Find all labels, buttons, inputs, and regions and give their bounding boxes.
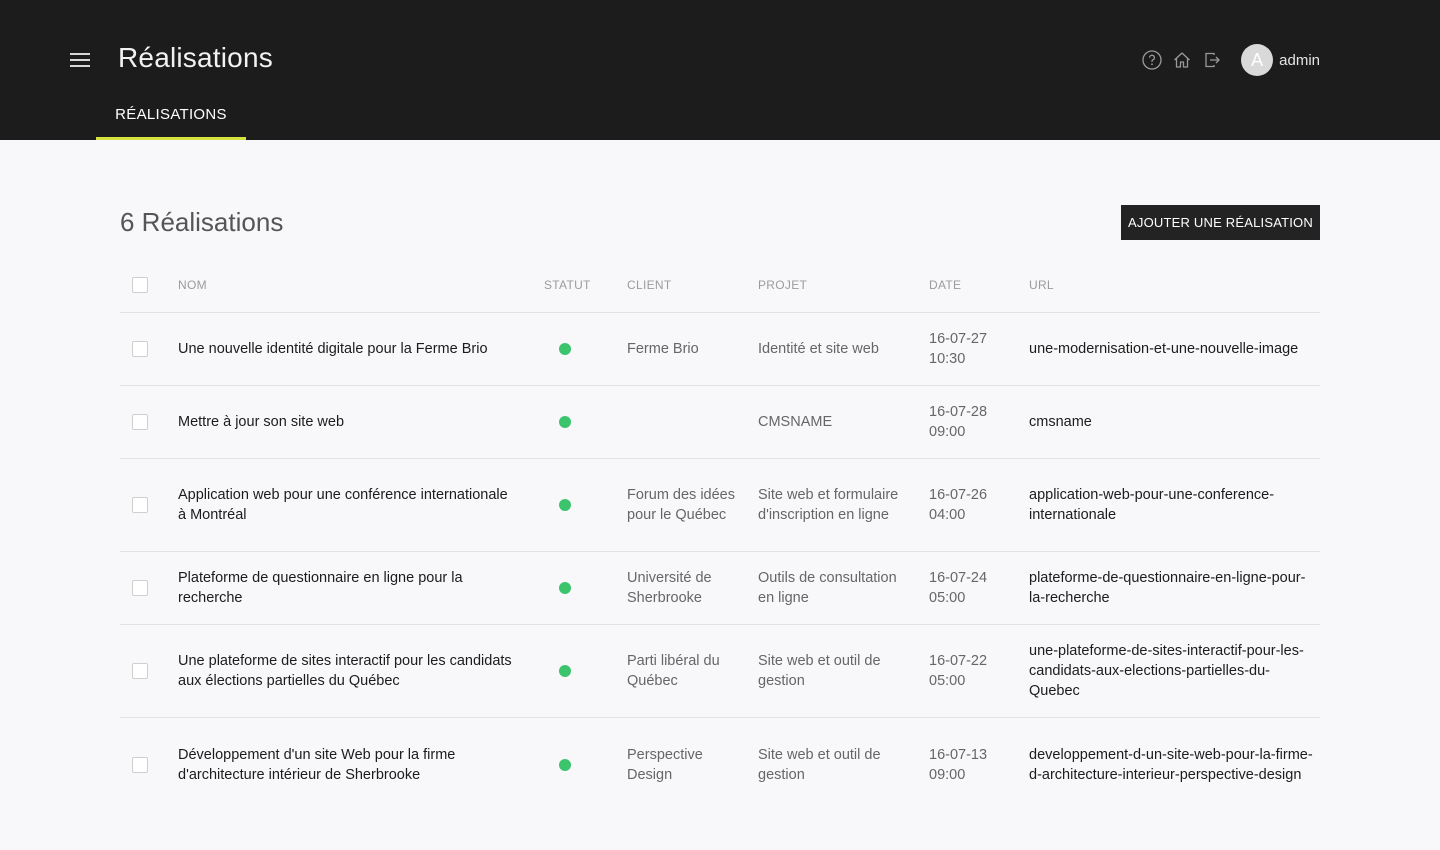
row-date: 16-07-26 04:00 <box>929 485 1009 525</box>
row-checkbox[interactable] <box>132 580 148 596</box>
row-project: Site web et outil de gestion <box>758 653 881 689</box>
menu-icon[interactable] <box>70 53 90 69</box>
column-header-url[interactable]: URL <box>1029 275 1314 295</box>
row-url: application-web-pour-une-conference-inte… <box>1029 487 1275 523</box>
table-row[interactable]: Une plateforme de sites interactif pour … <box>120 625 1320 718</box>
row-date-time: 09:00 <box>929 424 966 440</box>
top-actions: A admin <box>1137 44 1320 76</box>
row-date-day: 16-07-24 <box>929 570 988 586</box>
help-icon[interactable] <box>1137 44 1167 76</box>
row-url: developpement-d-un-site-web-pour-la-firm… <box>1029 746 1313 783</box>
select-all-checkbox[interactable] <box>132 277 148 293</box>
row-date-day: 16-07-28 <box>929 404 988 420</box>
row-name[interactable]: Plateforme de questionnaire en ligne pou… <box>178 568 518 608</box>
row-project: Site web et formulaire d'inscription en … <box>758 487 899 523</box>
row-date: 16-07-22 05:00 <box>929 651 1009 691</box>
table-row[interactable]: Plateforme de questionnaire en ligne pou… <box>120 552 1320 625</box>
row-date: 16-07-28 09:00 <box>929 402 1009 442</box>
row-date: 16-07-27 10:30 <box>929 329 1009 369</box>
row-name[interactable]: Une plateforme de sites interactif pour … <box>178 651 518 691</box>
row-client: Forum des idées pour le Québec <box>627 487 735 523</box>
add-realisation-button[interactable]: AJOUTER UNE RÉALISATION <box>1121 205 1320 240</box>
row-project: Site web et outil de gestion <box>758 746 881 783</box>
status-dot <box>559 665 571 677</box>
page-title: Réalisations <box>118 42 273 73</box>
row-client: Ferme Brio <box>627 341 699 357</box>
table-row[interactable]: Application web pour une conférence inte… <box>120 459 1320 552</box>
row-project: CMSNAME <box>758 414 833 430</box>
status-dot <box>559 582 571 594</box>
tab-realisations[interactable]: RÉALISATIONS <box>96 94 246 140</box>
column-header-client[interactable]: CLIENT <box>627 275 739 295</box>
column-header-name[interactable]: NOM <box>178 275 518 295</box>
column-header-date[interactable]: DATE <box>929 275 1009 295</box>
row-client: Université de Sherbrooke <box>627 570 712 606</box>
row-date-time: 09:00 <box>929 766 966 783</box>
status-dot <box>559 758 571 771</box>
status-dot <box>559 499 571 511</box>
top-bar: Réalisations A admin RÉALISATIONS <box>0 0 1440 140</box>
row-date-day: 16-07-22 <box>929 653 988 669</box>
avatar[interactable]: A <box>1241 44 1274 76</box>
status-dot <box>559 416 571 428</box>
row-date-time: 05:00 <box>929 673 966 689</box>
row-checkbox[interactable] <box>132 663 148 679</box>
row-client: Parti libéral du Québec <box>627 653 720 689</box>
row-date-time: 05:00 <box>929 590 966 606</box>
row-name[interactable]: Une nouvelle identité digitale pour la F… <box>178 339 518 359</box>
table-row[interactable]: Une nouvelle identité digitale pour la F… <box>120 313 1320 386</box>
table-row[interactable]: Développement d'un site Web pour la firm… <box>120 718 1320 811</box>
row-url: cmsname <box>1029 414 1092 430</box>
column-header-status[interactable]: STATUT <box>544 275 594 295</box>
row-url: une-modernisation-et-une-nouvelle-image <box>1029 341 1299 357</box>
row-date-day: 16-07-13 <box>929 746 988 763</box>
list-count-title: 6 Réalisations <box>120 207 284 237</box>
row-name[interactable]: Application web pour une conférence inte… <box>178 485 518 525</box>
row-project: Outils de consultation en ligne <box>758 570 897 606</box>
row-checkbox[interactable] <box>132 341 148 357</box>
row-name[interactable]: Développement d'un site Web pour la firm… <box>178 745 518 785</box>
row-date-time: 10:30 <box>929 351 966 367</box>
user-name[interactable]: admin <box>1279 52 1320 69</box>
row-checkbox[interactable] <box>132 497 148 513</box>
row-date-time: 04:00 <box>929 507 966 523</box>
row-checkbox[interactable] <box>132 414 148 430</box>
row-project: Identité et site web <box>758 341 879 357</box>
realisations-table: NOM STATUT CLIENT PROJET DATE URL Une no… <box>120 258 1320 811</box>
row-date: 16-07-24 05:00 <box>929 568 1009 608</box>
table-row[interactable]: Mettre à jour son site web CMSNAME 16-07… <box>120 386 1320 459</box>
row-client: Perspective Design <box>627 746 703 783</box>
table-header: NOM STATUT CLIENT PROJET DATE URL <box>120 258 1320 313</box>
row-url: une-plateforme-de-sites-interactif-pour-… <box>1029 643 1304 699</box>
row-name[interactable]: Mettre à jour son site web <box>178 412 518 432</box>
row-date: 16-07-13 09:00 <box>929 745 1009 785</box>
row-date-day: 16-07-26 <box>929 487 988 503</box>
logout-icon[interactable] <box>1197 44 1227 76</box>
home-icon[interactable] <box>1167 44 1197 76</box>
row-date-day: 16-07-27 <box>929 331 988 347</box>
column-header-project[interactable]: PROJET <box>758 275 914 295</box>
row-checkbox[interactable] <box>132 756 148 773</box>
row-url: plateforme-de-questionnaire-en-ligne-pou… <box>1029 570 1306 606</box>
status-dot <box>559 343 571 355</box>
